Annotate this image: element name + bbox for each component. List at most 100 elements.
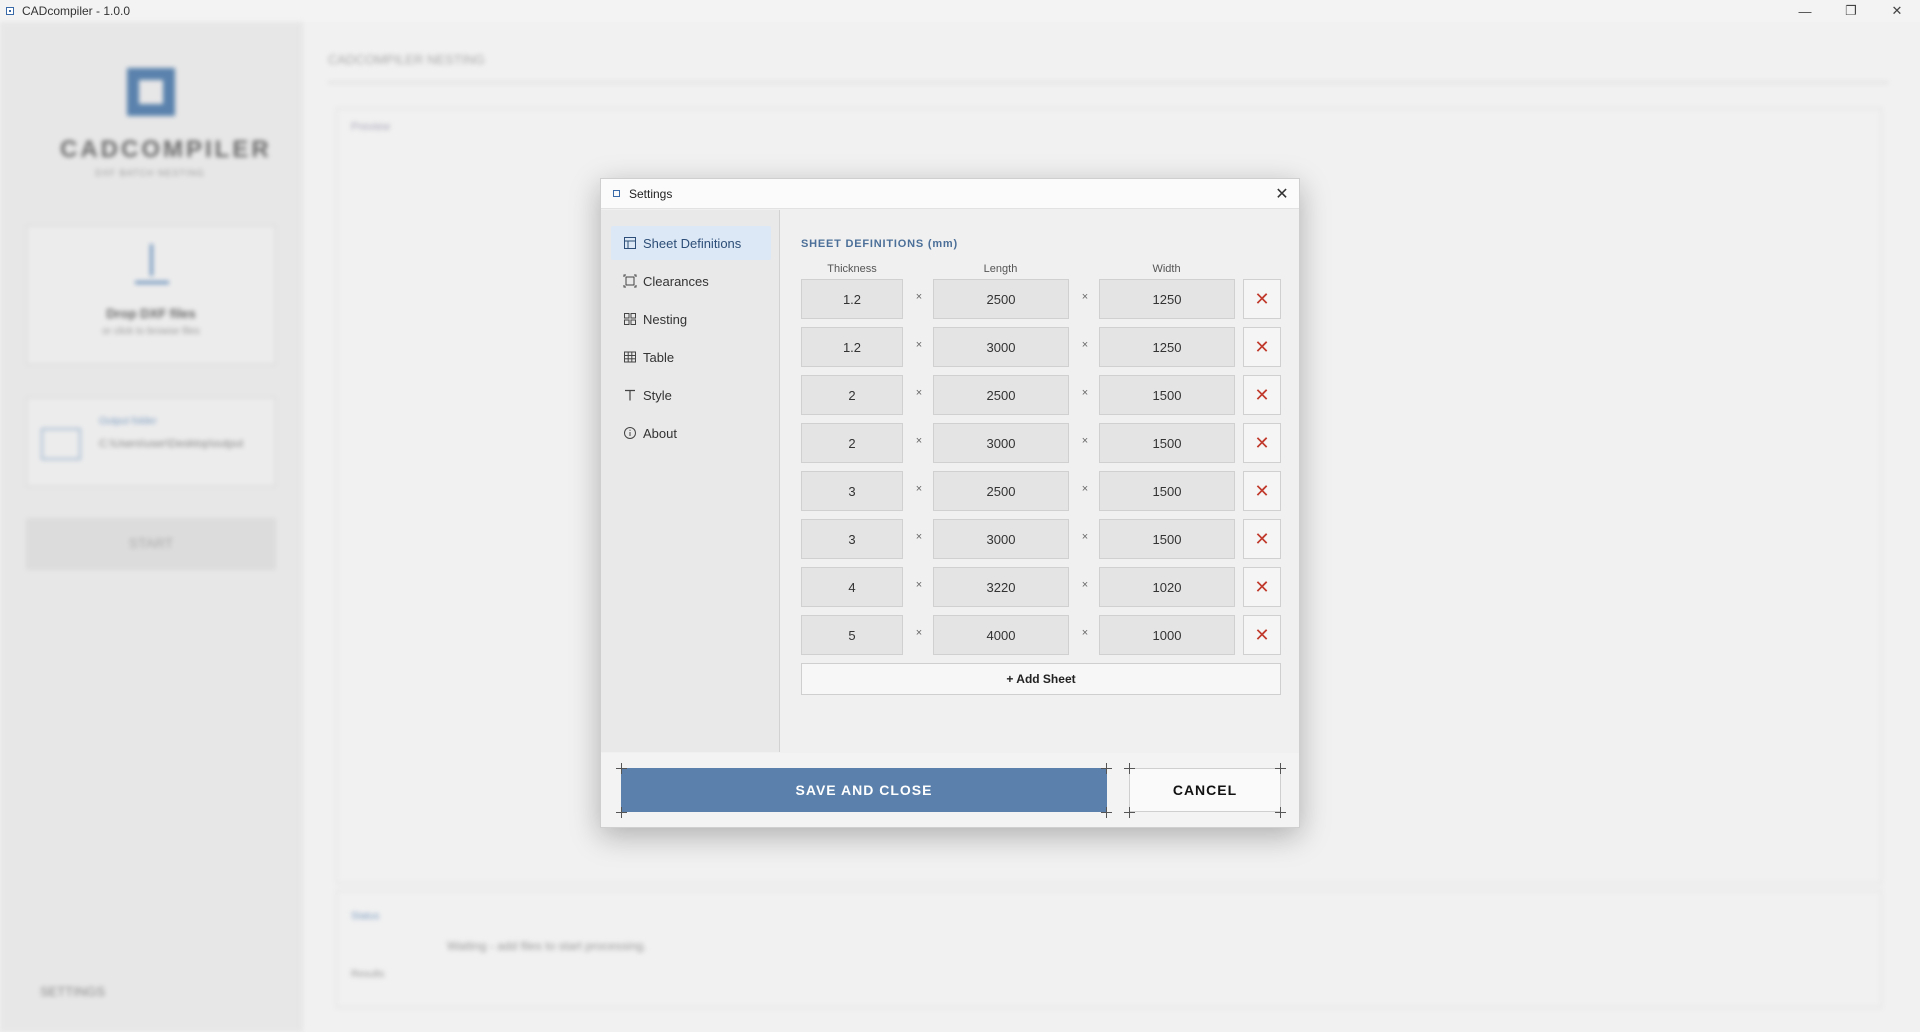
dialog-footer: SAVE AND CLOSE CANCEL xyxy=(601,753,1299,827)
times-separator: × xyxy=(915,339,923,351)
bg-upload-dropzone: Drop DXF files or click to browse files xyxy=(26,225,276,365)
app-icon xyxy=(6,7,14,15)
length-input[interactable]: 3000 xyxy=(933,423,1069,463)
corner-mark-icon xyxy=(1124,807,1135,818)
dialog-close-button[interactable]: ✕ xyxy=(1271,183,1293,205)
close-x-icon: ✕ xyxy=(1254,336,1270,357)
delete-sheet-button[interactable]: ✕ xyxy=(1243,423,1281,463)
times-separator: × xyxy=(1081,531,1089,543)
nav-item-about[interactable]: About xyxy=(611,416,771,450)
dialog-app-icon xyxy=(613,190,620,197)
length-input[interactable]: 4000 xyxy=(933,615,1069,655)
bg-sidebar: CADCOMPILER DXF BATCH NESTING Drop DXF f… xyxy=(0,22,302,1032)
thickness-input[interactable]: 3 xyxy=(801,519,903,559)
times-separator: × xyxy=(1081,435,1089,447)
bg-upload-title: Drop DXF files xyxy=(106,306,196,321)
column-header-width: Width xyxy=(1152,263,1181,275)
delete-sheet-button[interactable]: ✕ xyxy=(1243,567,1281,607)
times-separator: × xyxy=(1081,387,1089,399)
sheet-row: 5 × 4000 × 1000 ✕ xyxy=(801,615,1281,655)
thickness-input[interactable]: 4 xyxy=(801,567,903,607)
cadcompiler-logo-icon xyxy=(127,68,175,116)
nav-item-label: Sheet Definitions xyxy=(643,235,742,251)
close-x-icon: ✕ xyxy=(1254,480,1270,501)
times-separator: × xyxy=(915,291,923,303)
bg-status-label: Status xyxy=(351,911,380,922)
bg-status-panel: Status Waiting - add files to start proc… xyxy=(336,890,1882,1008)
bg-logo-subtitle: DXF BATCH NESTING xyxy=(95,168,205,178)
nav-item-sheet-definitions[interactable]: Sheet Definitions xyxy=(611,226,771,260)
nav-item-label: Style xyxy=(643,387,672,403)
thickness-input[interactable]: 2 xyxy=(801,375,903,415)
bg-divider xyxy=(328,82,1888,83)
delete-sheet-button[interactable]: ✕ xyxy=(1243,375,1281,415)
width-input[interactable]: 1250 xyxy=(1099,279,1235,319)
sheet-row: 1.2 × 3000 × 1250 ✕ xyxy=(801,327,1281,367)
delete-sheet-button[interactable]: ✕ xyxy=(1243,327,1281,367)
clearance-icon xyxy=(623,274,637,288)
length-input[interactable]: 2500 xyxy=(933,279,1069,319)
width-input[interactable]: 1020 xyxy=(1099,567,1235,607)
bg-logo-text: CADCOMPILER xyxy=(60,136,272,163)
corner-mark-icon xyxy=(1275,763,1286,774)
times-separator: × xyxy=(915,387,923,399)
thickness-input[interactable]: 3 xyxy=(801,471,903,511)
save-and-close-button[interactable]: SAVE AND CLOSE xyxy=(621,768,1107,812)
cancel-button[interactable]: CANCEL xyxy=(1129,768,1281,812)
nav-item-clearances[interactable]: Clearances xyxy=(611,264,771,298)
close-x-icon: ✕ xyxy=(1254,624,1270,645)
dialog-titlebar: Settings ✕ xyxy=(601,179,1299,209)
bg-main-title: CADCOMPILER NESTING xyxy=(328,52,485,67)
section-title: SHEET DEFINITIONS (mm) xyxy=(801,238,958,250)
bg-output-folder: Output folder C:\Users\user\Desktop\outp… xyxy=(26,397,276,487)
length-input[interactable]: 3220 xyxy=(933,567,1069,607)
bg-settings-button: SETTINGS xyxy=(40,984,106,999)
width-input[interactable]: 1500 xyxy=(1099,471,1235,511)
width-input[interactable]: 1000 xyxy=(1099,615,1235,655)
width-input[interactable]: 1500 xyxy=(1099,423,1235,463)
bg-preview-label: Preview xyxy=(351,121,391,133)
nav-item-nesting[interactable]: Nesting xyxy=(611,302,771,336)
thickness-input[interactable]: 5 xyxy=(801,615,903,655)
bg-results-label: Results xyxy=(351,969,385,980)
sheet-row: 2 × 2500 × 1500 ✕ xyxy=(801,375,1281,415)
thickness-input[interactable]: 2 xyxy=(801,423,903,463)
nav-item-label: About xyxy=(643,425,677,441)
thickness-input[interactable]: 1.2 xyxy=(801,279,903,319)
restore-button[interactable]: ❐ xyxy=(1828,0,1874,22)
delete-sheet-button[interactable]: ✕ xyxy=(1243,519,1281,559)
delete-sheet-button[interactable]: ✕ xyxy=(1243,471,1281,511)
times-separator: × xyxy=(915,483,923,495)
settings-dialog: Settings ✕ Sheet Definitions Clearances … xyxy=(600,178,1300,828)
delete-sheet-button[interactable]: ✕ xyxy=(1243,279,1281,319)
window-close-button[interactable]: ✕ xyxy=(1874,0,1920,22)
nav-item-style[interactable]: Style xyxy=(611,378,771,412)
length-input[interactable]: 2500 xyxy=(933,471,1069,511)
close-x-icon: ✕ xyxy=(1254,288,1270,309)
times-separator: × xyxy=(915,531,923,543)
width-input[interactable]: 1250 xyxy=(1099,327,1235,367)
times-separator: × xyxy=(915,579,923,591)
times-separator: × xyxy=(1081,483,1089,495)
thickness-input[interactable]: 1.2 xyxy=(801,327,903,367)
add-sheet-button[interactable]: + Add Sheet xyxy=(801,663,1281,695)
nav-item-label: Table xyxy=(643,349,675,365)
dialog-title: Settings xyxy=(629,186,673,201)
minimize-button[interactable]: — xyxy=(1782,0,1828,22)
length-input[interactable]: 3000 xyxy=(933,519,1069,559)
delete-sheet-button[interactable]: ✕ xyxy=(1243,615,1281,655)
corner-mark-icon xyxy=(616,807,627,818)
window-titlebar: CADcompiler - 1.0.0 — ❐ ✕ xyxy=(0,0,1920,22)
bg-upload-subtitle: or click to browse files xyxy=(102,326,200,337)
times-separator: × xyxy=(1081,579,1089,591)
width-input[interactable]: 1500 xyxy=(1099,519,1235,559)
sheet-icon xyxy=(624,237,636,249)
bg-start-button: START xyxy=(26,518,276,570)
width-input[interactable]: 1500 xyxy=(1099,375,1235,415)
length-input[interactable]: 3000 xyxy=(933,327,1069,367)
column-header-thickness: Thickness xyxy=(827,263,877,275)
close-x-icon: ✕ xyxy=(1254,432,1270,453)
length-input[interactable]: 2500 xyxy=(933,375,1069,415)
text-style-icon xyxy=(625,389,635,401)
nav-item-table[interactable]: Table xyxy=(611,340,771,374)
